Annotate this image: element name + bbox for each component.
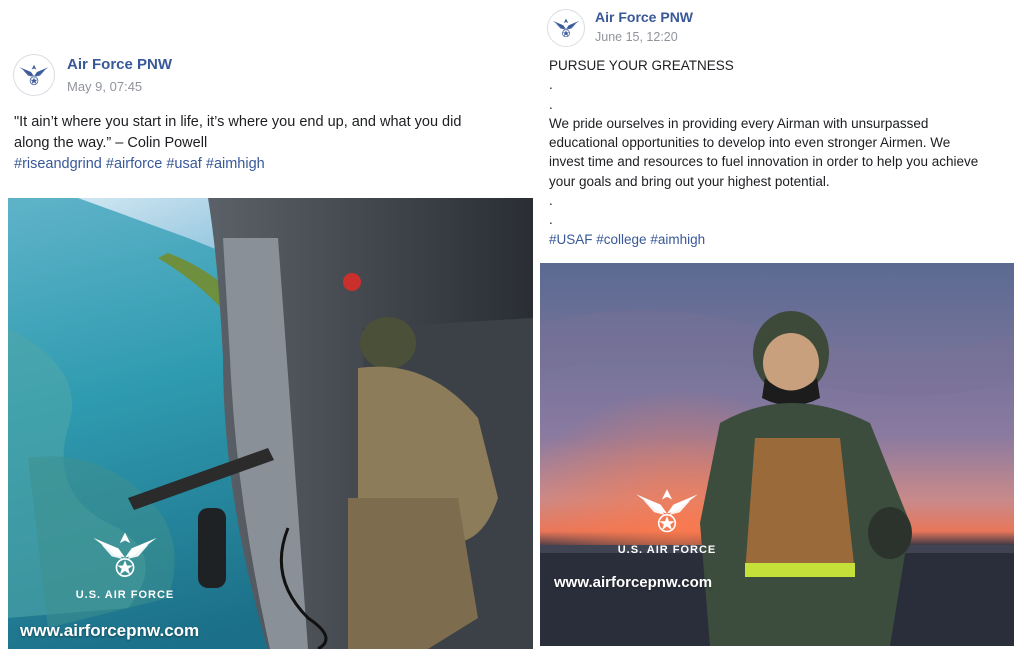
author-name[interactable]: Air Force PNW xyxy=(595,9,693,25)
post-text: PURSUE YOUR GREATNESS . . We pride ourse… xyxy=(549,56,1019,249)
air-force-wings-icon xyxy=(92,528,158,582)
hashtag-link[interactable]: #riseandgrind xyxy=(14,156,102,172)
website-url: www.airforcepnw.com xyxy=(20,621,200,640)
post-card: Air Force PNW June 15, 12:20 PURSUE YOUR… xyxy=(538,0,1024,659)
post-timestamp[interactable]: June 15, 12:20 xyxy=(595,30,678,44)
logo-text: U.S. AIR FORCE xyxy=(617,544,717,556)
post-photo[interactable]: U.S. AIR FORCE www.airforcepnw.com xyxy=(8,198,533,649)
author-name[interactable]: Air Force PNW xyxy=(67,56,172,73)
hashtag-link[interactable]: #usaf xyxy=(166,156,201,172)
hashtag-list: #USAF #college #aimhigh xyxy=(549,230,1019,249)
post-text-line: educational opportunities to develop int… xyxy=(549,135,951,151)
post-headline: PURSUE YOUR GREATNESS xyxy=(549,58,734,73)
post-photo[interactable]: U.S. AIR FORCE www.airforcepnw.com xyxy=(540,263,1014,646)
hashtag-list: #riseandgrind #airforce #usaf #aimhigh xyxy=(14,154,529,175)
hashtag-link[interactable]: #aimhigh xyxy=(206,156,265,172)
post-text-line: invest time and resources to fuel innova… xyxy=(549,154,979,170)
website-url: www.airforcepnw.com xyxy=(554,574,713,591)
author-avatar[interactable] xyxy=(547,9,585,47)
post-text-line: "It ain’t where you start in life, it’s … xyxy=(14,114,462,130)
hashtag-link[interactable]: #USAF xyxy=(549,232,593,247)
post-text-line: along the way.” – Colin Powell xyxy=(14,135,208,151)
post-text-line: your goals and bring out your highest po… xyxy=(549,173,830,189)
hashtag-link[interactable]: #aimhigh xyxy=(650,232,705,247)
post-text: "It ain’t where you start in life, it’s … xyxy=(14,112,529,175)
post-text-line: We pride ourselves in providing every Ai… xyxy=(549,115,929,131)
post-separator: . xyxy=(549,193,553,209)
us-air-force-logo: U.S. AIR FORCE xyxy=(70,528,180,601)
hashtag-link[interactable]: #college xyxy=(596,232,646,247)
post-card: Air Force PNW May 9, 07:45 "It ain’t whe… xyxy=(0,0,538,659)
post-separator: . xyxy=(549,77,553,93)
post-timestamp[interactable]: May 9, 07:45 xyxy=(67,79,142,94)
us-air-force-logo: U.S. AIR FORCE xyxy=(592,485,742,556)
author-avatar[interactable] xyxy=(13,54,55,96)
air-force-wings-icon xyxy=(552,17,580,39)
post-separator: . xyxy=(549,96,553,112)
hashtag-link[interactable]: #airforce xyxy=(106,156,162,172)
air-force-wings-icon xyxy=(19,63,49,87)
air-force-wings-icon xyxy=(635,485,699,537)
logo-text: U.S. AIR FORCE xyxy=(75,589,175,601)
post-separator: . xyxy=(549,212,553,228)
